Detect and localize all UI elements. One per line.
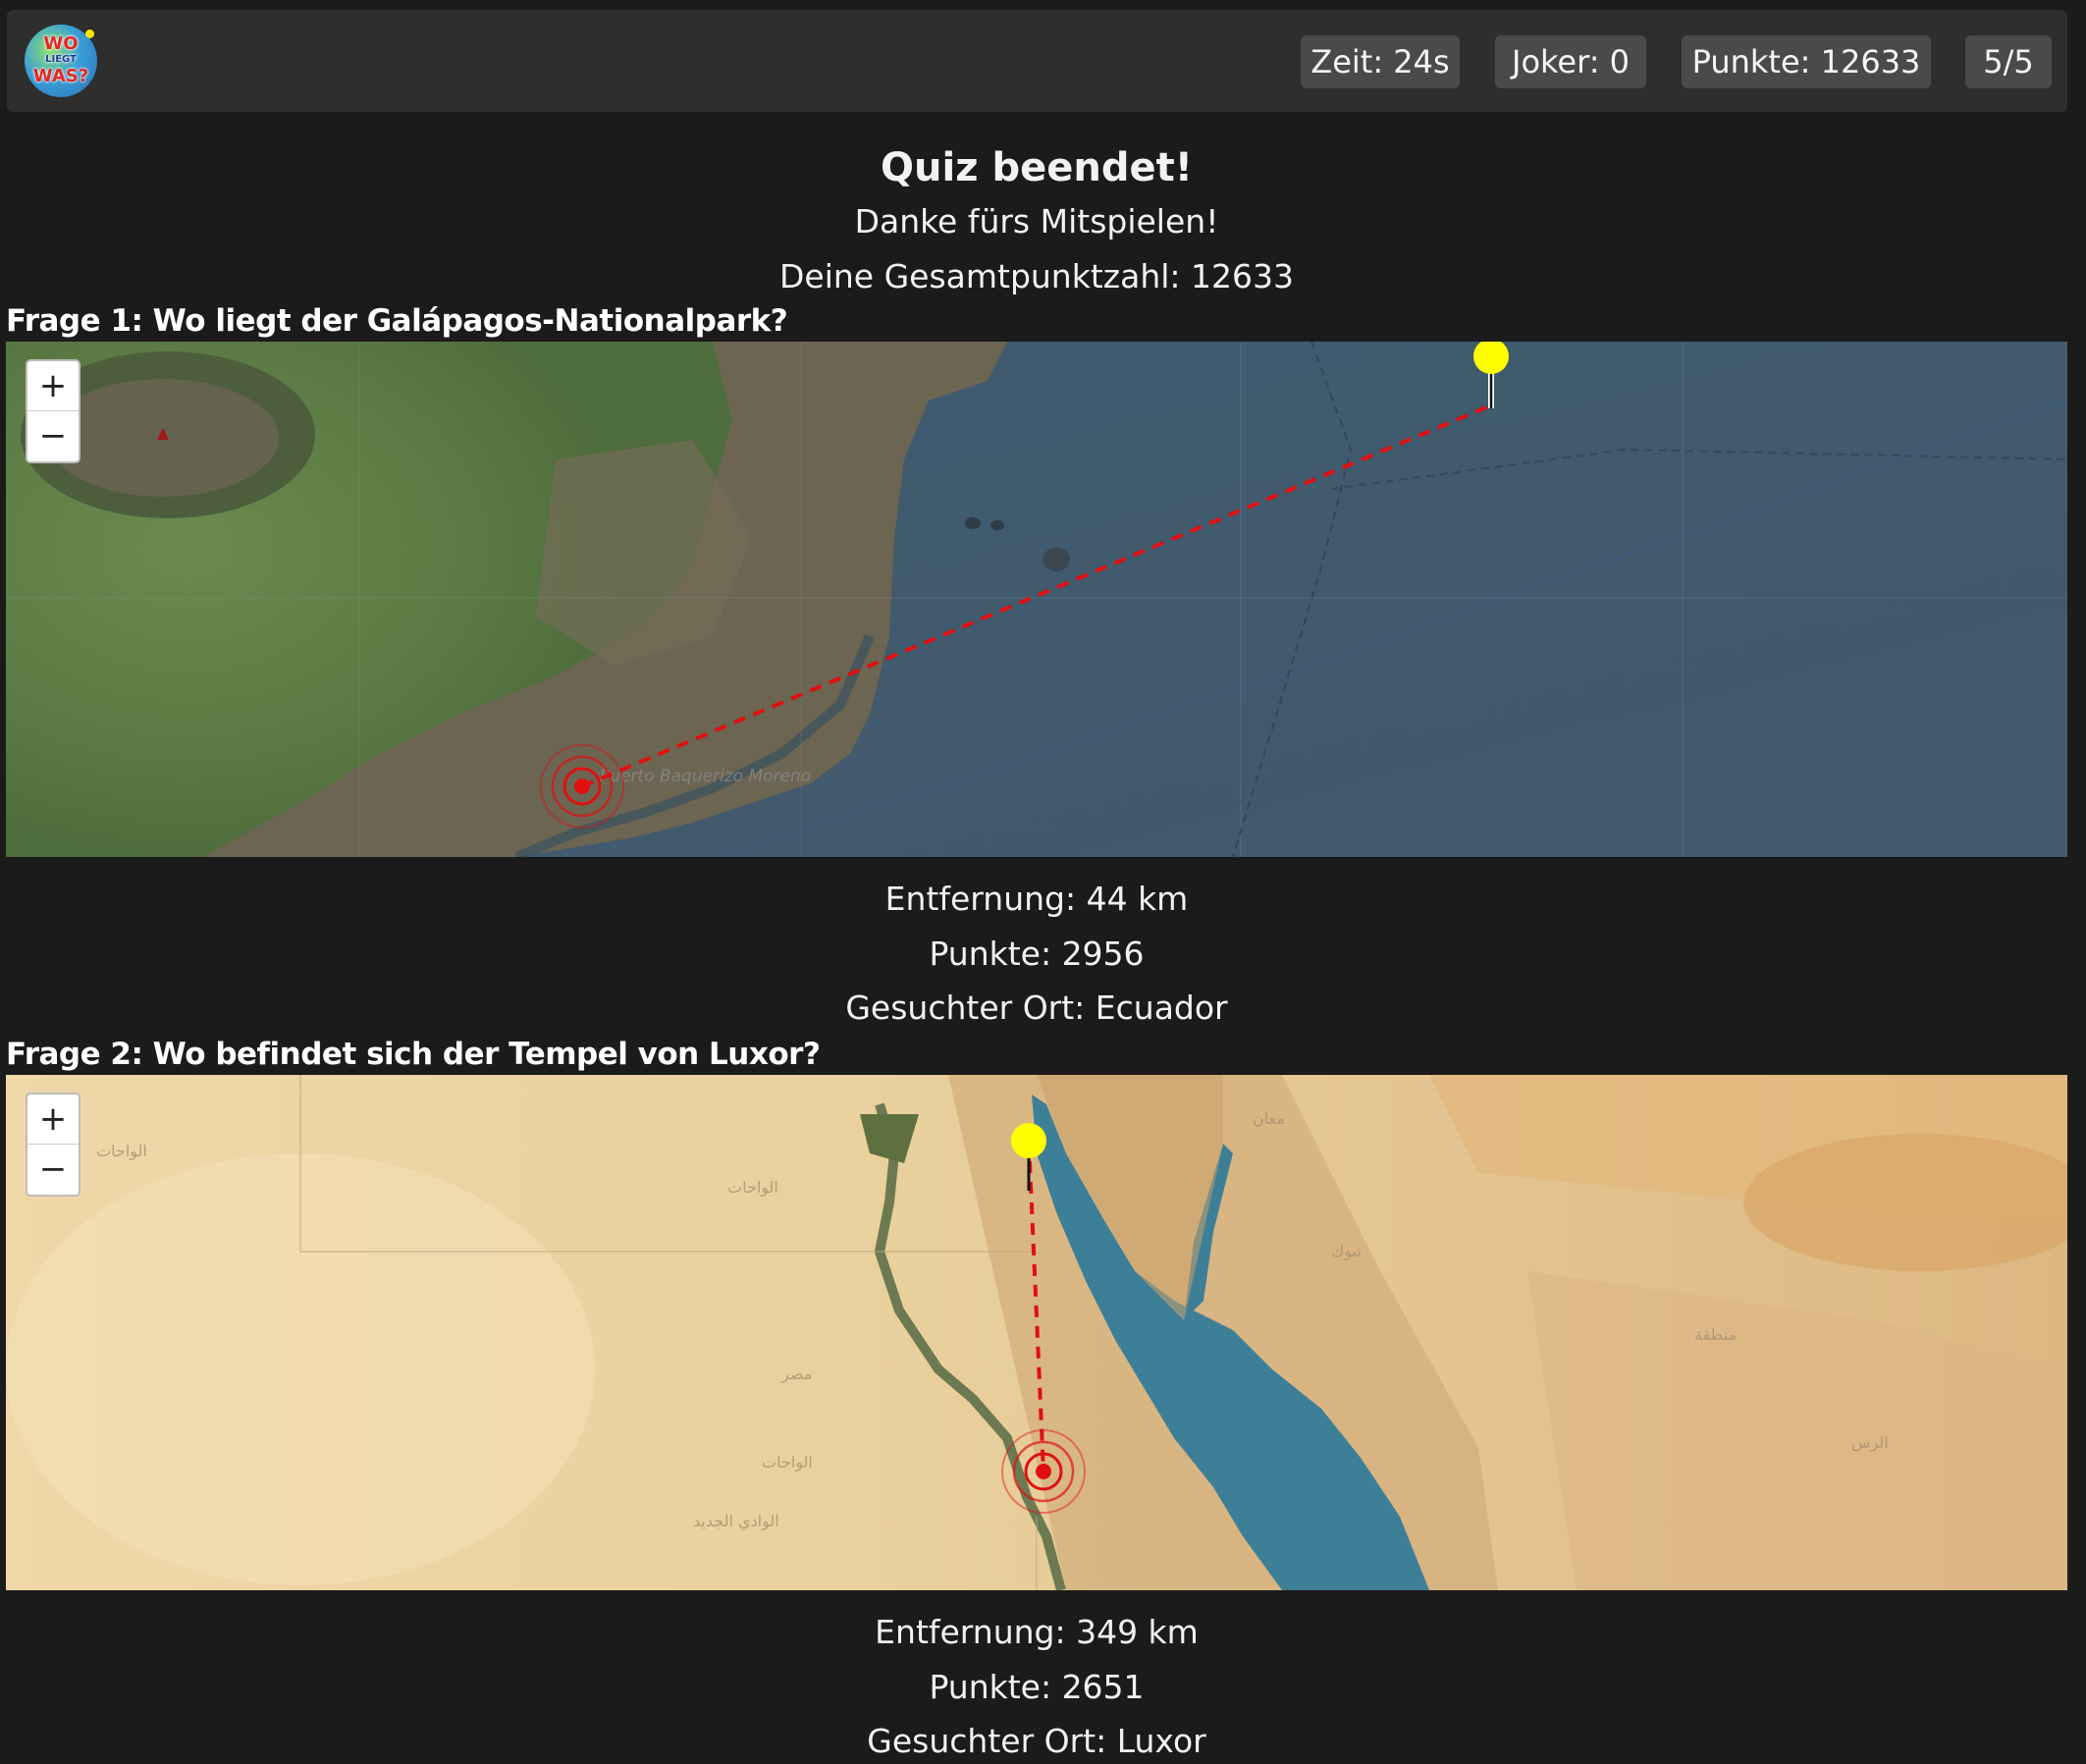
zoom-out-button[interactable]: − [27, 1145, 79, 1194]
map-city-label: Puerto Baquerizo Moreno [600, 767, 811, 786]
question-1-distance: Entfernung: 44 km [884, 880, 1189, 918]
time-badge: Zeit: 24s [1301, 35, 1460, 88]
top-bar: WO LIEGT WAS? Zeit: 24s Joker: 0 Punkte:… [7, 10, 2067, 112]
zoom-in-button[interactable]: + [27, 361, 79, 411]
logo-text: WAS? [32, 66, 89, 86]
svg-text:مصر: مصر [780, 1364, 812, 1384]
logo-dot [85, 29, 94, 38]
logo-text: WO [43, 33, 79, 54]
zoom-control: + − [26, 359, 80, 463]
joker-badge: Joker: 0 [1495, 35, 1646, 88]
svg-text:منطقة: منطقة [1694, 1325, 1737, 1344]
zoom-control: + − [26, 1093, 80, 1197]
question-1-place: Gesuchter Ort: Ecuador [845, 989, 1228, 1027]
points-badge: Punkte: 12633 [1682, 35, 1931, 88]
map-1-satellite: Puerto Baquerizo Moreno [6, 342, 2067, 857]
svg-text:الوادي الجديد: الوادي الجديد [693, 1512, 779, 1531]
question-1-map[interactable]: Puerto Baquerizo Moreno + − [6, 342, 2067, 857]
target-marker [540, 744, 624, 829]
question-2-points: Punkte: 2651 [929, 1668, 1145, 1706]
zoom-out-button[interactable]: − [27, 411, 79, 460]
zoom-in-button[interactable]: + [27, 1095, 79, 1145]
progress-badge: 5/5 [1965, 35, 2052, 88]
question-1-title: Frage 1: Wo liegt der Galápagos-National… [6, 303, 788, 339]
svg-text:تبوك: تبوك [1331, 1242, 1362, 1261]
question-2-map[interactable]: الواحات الواحات مصر الواحات الوادي الجدي… [6, 1075, 2067, 1590]
svg-text:الرس: الرس [1851, 1433, 1889, 1453]
thanks-text: Danke fürs Mitspielen! [854, 202, 1219, 241]
svg-text:معان: معان [1253, 1109, 1285, 1128]
quiz-finished-title: Quiz beendet! [881, 145, 1193, 190]
target-marker [1001, 1429, 1086, 1514]
question-2-distance: Entfernung: 349 km [875, 1613, 1199, 1651]
map-2-satellite: الواحات الواحات مصر الواحات الوادي الجدي… [6, 1075, 2067, 1590]
question-2-place: Gesuchter Ort: Luxor [867, 1722, 1206, 1760]
total-score-text: Deine Gesamtpunktzahl: 12633 [778, 257, 1294, 295]
logo-text: LIEGT [45, 54, 77, 65]
question-1-points: Punkte: 2956 [929, 935, 1145, 973]
svg-text:الواحات: الواحات [96, 1142, 147, 1161]
svg-text:الواحات: الواحات [727, 1178, 778, 1198]
svg-text:الواحات: الواحات [762, 1453, 813, 1472]
question-2-title: Frage 2: Wo befindet sich der Tempel von… [6, 1037, 821, 1072]
